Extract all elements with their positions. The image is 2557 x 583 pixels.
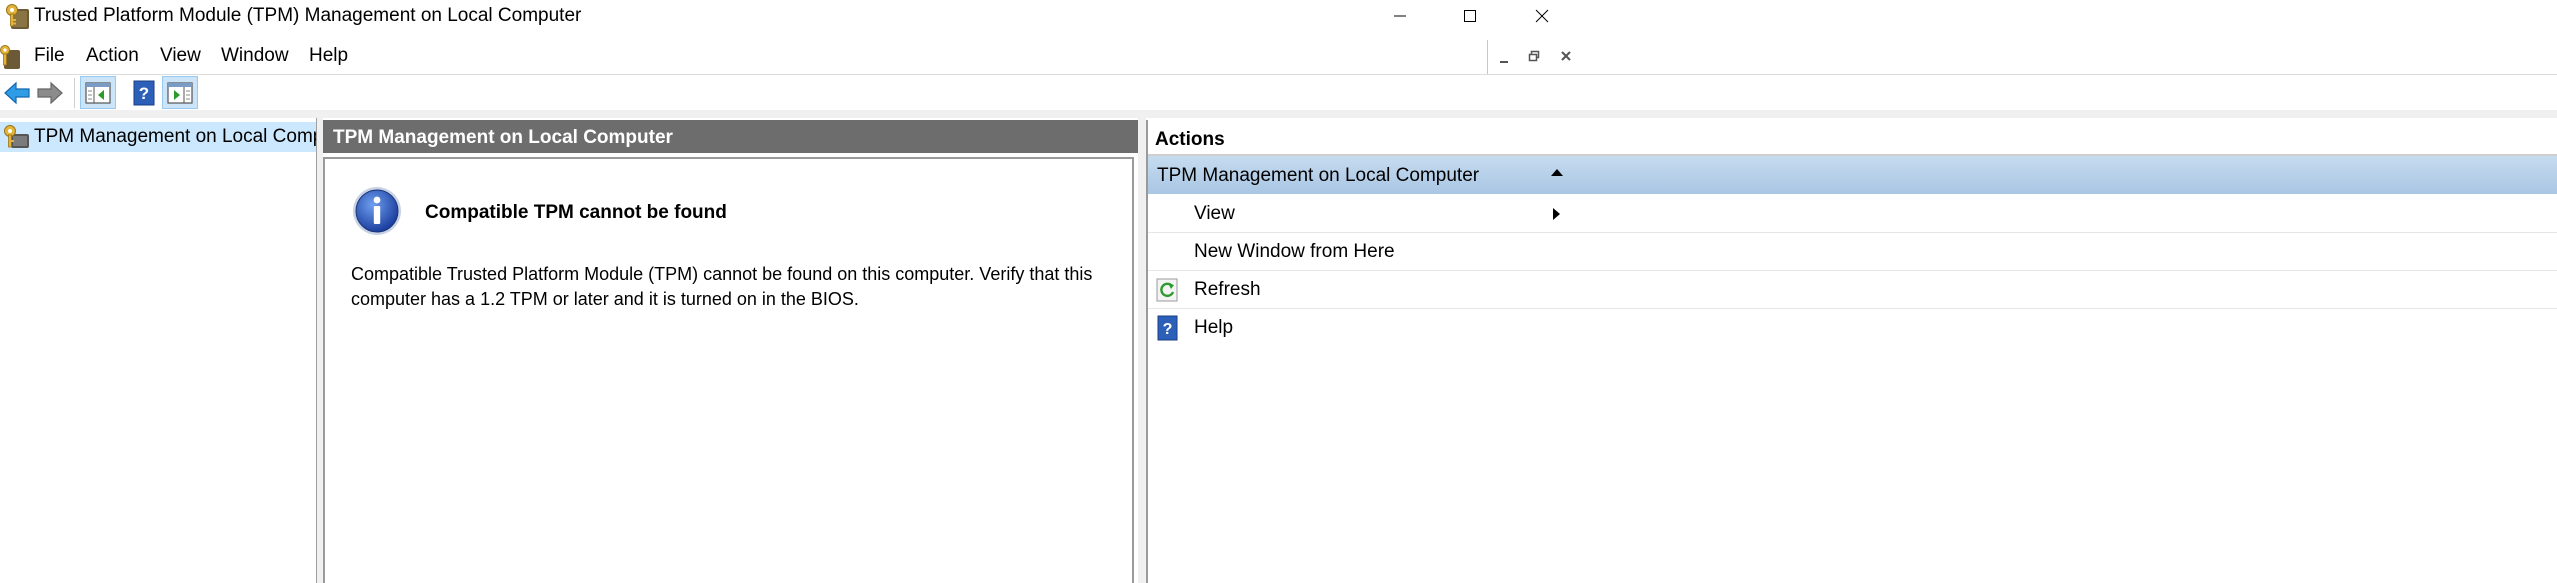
toolbar-bottom-border (0, 110, 2557, 118)
menu-help[interactable]: Help (309, 45, 348, 67)
tree-item-label: TPM Management on Local Compute (34, 126, 316, 147)
action-view[interactable]: View (1148, 195, 2557, 233)
results-pane: TPM Management on Local Computer Compati… (323, 120, 1138, 583)
svg-text:?: ? (1163, 321, 1173, 338)
submenu-arrow-icon (1553, 208, 1560, 220)
forward-arrow-icon (37, 81, 63, 104)
window-title: Trusted Platform Module (TPM) Management… (34, 5, 582, 26)
mdi-window-controls (1487, 40, 1578, 74)
menu-window[interactable]: Window (221, 45, 289, 67)
pane-splitter-right[interactable] (1138, 118, 1146, 583)
actions-header: Actions (1148, 120, 2557, 156)
show-hide-console-tree-button[interactable] (80, 76, 116, 109)
show-hide-action-pane-button[interactable] (162, 76, 198, 109)
title-bar: Trusted Platform Module (TPM) Management… (0, 0, 2557, 34)
svg-text:?: ? (139, 84, 149, 103)
actions-group-tpm-management[interactable]: TPM Management on Local Computer (1148, 156, 2557, 194)
tree-item-tpm-management[interactable]: TPM Management on Local Compute (0, 122, 316, 152)
info-icon (353, 187, 401, 235)
toolbar-separator (74, 78, 75, 108)
tpm-key-icon (4, 125, 29, 148)
help-icon: ? (133, 80, 155, 105)
show-hide-console-tree-icon (85, 81, 111, 104)
action-help-label: Help (1194, 317, 1234, 338)
close-button[interactable] (1507, 0, 1577, 32)
mdi-restore-icon[interactable] (1528, 50, 1540, 62)
maximize-button[interactable] (1435, 0, 1505, 32)
status-panel: Compatible TPM cannot be found Compatibl… (323, 157, 1134, 583)
action-new-window[interactable]: New Window from Here (1148, 233, 2557, 271)
back-button[interactable] (0, 76, 34, 109)
message-body: Compatible Trusted Platform Module (TPM)… (351, 264, 1093, 309)
action-view-label: View (1194, 203, 1235, 224)
close-icon (1535, 9, 1549, 23)
menu-separator (0, 74, 2557, 75)
results-header-title: TPM Management on Local Computer (333, 127, 673, 148)
maximize-icon (1464, 10, 1476, 22)
message-title: Compatible TPM cannot be found (425, 202, 727, 223)
show-hide-action-pane-icon (167, 81, 193, 104)
back-arrow-icon (4, 81, 30, 104)
menu-file[interactable]: File (34, 45, 65, 67)
actions-header-title: Actions (1155, 129, 1225, 150)
tpm-key-icon (6, 4, 29, 29)
console-tree: TPM Management on Local Compute (0, 118, 317, 583)
help-toolbar-button[interactable]: ? (127, 76, 161, 109)
collapse-up-icon[interactable] (1550, 168, 1564, 178)
help-icon: ? (1157, 315, 1178, 341)
tpm-key-icon[interactable] (0, 44, 20, 70)
menu-view[interactable]: View (160, 45, 201, 67)
actions-pane: Actions TPM Management on Local Computer… (1146, 120, 2557, 583)
action-new-window-label: New Window from Here (1194, 241, 1395, 262)
mdi-minimize-icon[interactable] (1498, 52, 1510, 64)
actions-group-label: TPM Management on Local Computer (1157, 165, 1480, 186)
results-header: TPM Management on Local Computer (323, 120, 1138, 153)
menu-action[interactable]: Action (86, 45, 139, 67)
forward-button[interactable] (33, 76, 67, 109)
minimize-button[interactable] (1365, 0, 1435, 32)
minimize-icon (1394, 15, 1406, 17)
refresh-icon (1156, 278, 1178, 302)
mdi-close-icon[interactable] (1560, 50, 1572, 62)
action-refresh-label: Refresh (1194, 279, 1261, 300)
action-help[interactable]: ? Help (1148, 309, 2557, 346)
action-refresh[interactable]: Refresh (1148, 271, 2557, 309)
